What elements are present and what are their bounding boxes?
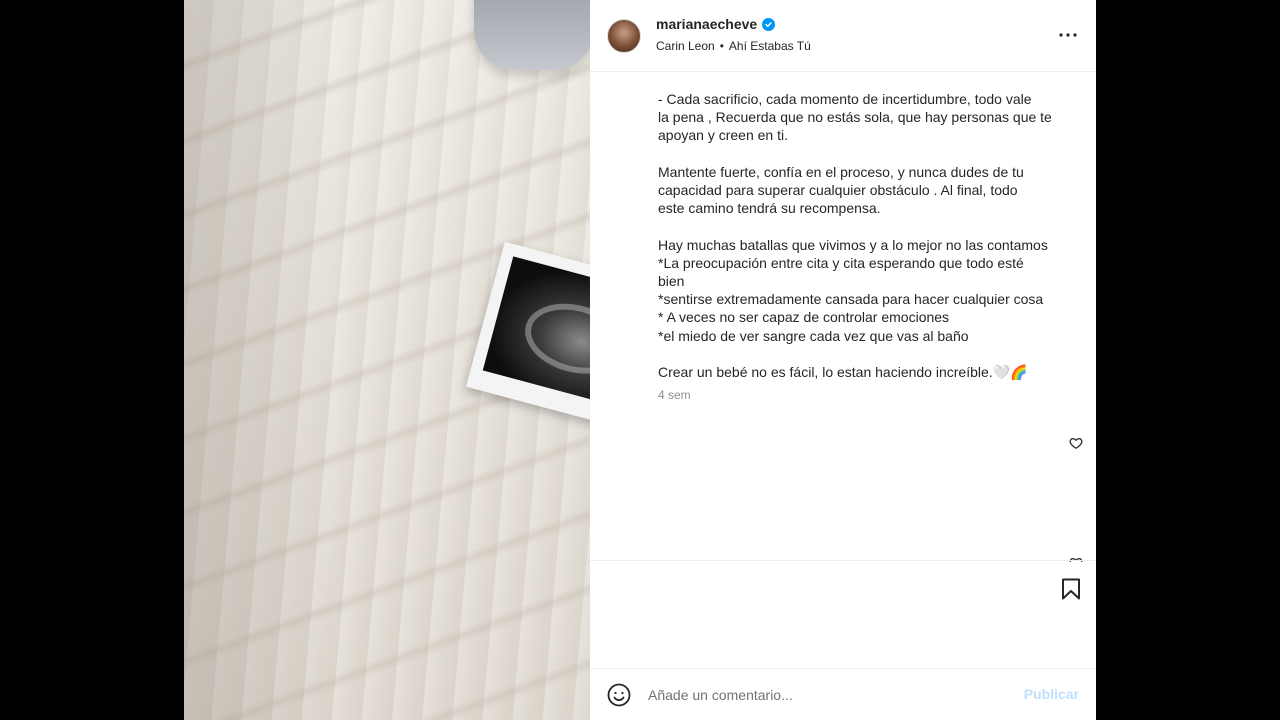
heart-icon[interactable]	[1069, 436, 1083, 450]
post-caption: - Cada sacrificio, cada momento de incer…	[658, 90, 1078, 381]
audio-attribution: Carin Leon • Ahí Estabas Tú	[656, 39, 811, 53]
verified-badge-icon	[762, 17, 776, 31]
caption-line: este camino tendrá su recompensa.	[658, 200, 881, 217]
caption-line: *sentirse extremadamente cansada para ha…	[658, 291, 1044, 308]
caption-line: Hay muchas batallas que vivimos y a lo m…	[658, 236, 1048, 253]
audio-separator: •	[719, 39, 724, 53]
more-options-icon	[1059, 33, 1077, 37]
post-details-panel: marianaecheve Carin Leon • Ahí Estabas T…	[590, 0, 1096, 720]
post-modal: marianaecheve Carin Leon • Ahí Estabas T…	[0, 0, 1280, 720]
caption-line: Mantente fuerte, confía en el proceso, y…	[658, 163, 1024, 180]
audio-track-link[interactable]: Ahí Estabas Tú	[729, 39, 811, 53]
caption-line: la pena , Recuerda que no estás sola, qu…	[658, 109, 1052, 126]
slipper-image	[474, 0, 590, 70]
caption-line: - Cada sacrificio, cada momento de incer…	[658, 91, 1032, 107]
audio-artist-link[interactable]: Carin Leon	[656, 39, 715, 53]
caption-line: * A veces no ser capaz de controlar emoc…	[658, 309, 950, 326]
bookmark-icon[interactable]	[1059, 577, 1083, 601]
caption-line: Crear un bebé no es fácil, lo estan haci…	[658, 364, 1028, 380]
comment-input[interactable]	[648, 683, 1008, 707]
post-timestamp[interactable]: 4 sem	[658, 388, 691, 402]
caption-line: *el miedo de ver sangre cada vez que vas…	[658, 327, 969, 344]
caption-line: bien	[658, 273, 685, 289]
username-link[interactable]: marianaecheve	[656, 16, 757, 32]
action-bar	[590, 560, 1096, 668]
more-options-button[interactable]	[1058, 25, 1078, 45]
caption-line: capacidad para superar cualquier obstácu…	[658, 182, 1018, 198]
caption-line: apoyan y creen en ti.	[658, 127, 788, 144]
caption-line: *La preocupación entre cita y cita esper…	[658, 254, 1024, 271]
publish-button[interactable]: Publicar	[1024, 686, 1079, 702]
post-header: marianaecheve Carin Leon • Ahí Estabas T…	[590, 0, 1096, 72]
emoji-icon[interactable]	[607, 683, 631, 707]
post-media-video[interactable]	[184, 0, 590, 720]
comment-bar: Publicar	[590, 668, 1096, 720]
avatar[interactable]	[607, 19, 641, 53]
